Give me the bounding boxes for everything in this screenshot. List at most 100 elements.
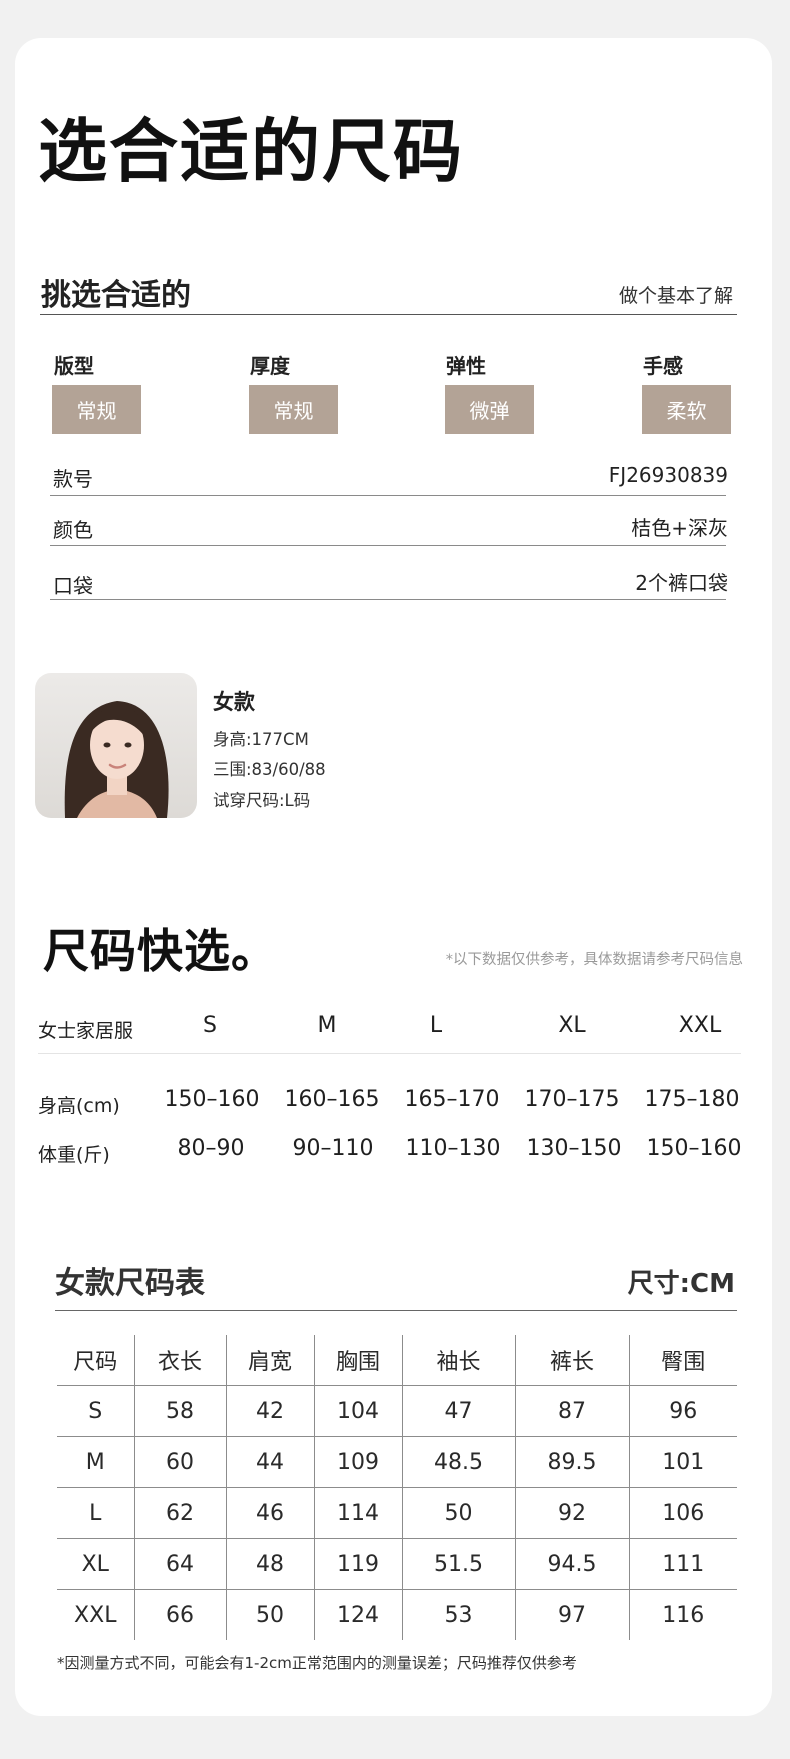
model-photo [35, 673, 197, 818]
table-cell: 51.5 [401, 1538, 515, 1590]
attr-badge-feel: 柔软 [642, 385, 731, 434]
table-cell: 60 [133, 1436, 226, 1488]
table-row: XXL 66 50 124 53 97 116 [57, 1589, 737, 1640]
quick-select-note: *以下数据仅供参考，具体数据请参考尺码信息 [445, 952, 743, 968]
table-cell: 94.5 [514, 1538, 629, 1590]
table-cell: 106 [628, 1487, 737, 1539]
section-divider [40, 314, 737, 315]
attr-label-fit: 版型 [54, 354, 94, 378]
table-cell: 64 [133, 1538, 226, 1590]
quick-select-value: 150–160 [646, 1136, 742, 1161]
table-cell: XL [57, 1538, 134, 1590]
table-row: L 62 46 114 50 92 106 [57, 1487, 737, 1539]
table-cell: 119 [313, 1538, 402, 1590]
section-title: 挑选合适的 [41, 278, 191, 313]
table-cell: L [57, 1487, 134, 1539]
table-cell: 47 [401, 1385, 515, 1437]
table-cell: M [57, 1436, 134, 1488]
size-table-title: 女款尺码表 [55, 1266, 205, 1301]
size-table-header: 肩宽 [225, 1335, 314, 1386]
model-trial-size: 试穿尺码:L码 [213, 791, 311, 810]
table-cell: 87 [514, 1385, 629, 1437]
quick-select-value: 90–110 [292, 1136, 374, 1161]
size-table-unit: 尺寸:CM [627, 1269, 735, 1299]
table-row: XL 64 48 119 51.5 94.5 111 [57, 1538, 737, 1590]
spec-value-pocket: 2个裤口袋 [635, 571, 728, 595]
spec-label-color: 颜色 [53, 518, 93, 542]
table-cell: 44 [225, 1436, 314, 1488]
table-cell: 58 [133, 1385, 226, 1437]
page-title: 选合适的尺码 [38, 112, 464, 192]
table-cell: 62 [133, 1487, 226, 1539]
size-table-header: 袖长 [401, 1335, 515, 1386]
table-cell: S [57, 1385, 134, 1437]
table-cell: 114 [313, 1487, 402, 1539]
table-cell: 50 [225, 1589, 314, 1640]
quick-select-value: 110–130 [405, 1136, 501, 1161]
model-name: 女款 [213, 690, 255, 714]
quick-select-size: S [203, 1013, 217, 1038]
table-cell: 124 [313, 1589, 402, 1640]
size-table-header-row: 尺码 衣长 肩宽 胸围 袖长 裤长 臀围 [57, 1335, 737, 1386]
table-cell: 97 [514, 1589, 629, 1640]
table-cell: 89.5 [514, 1436, 629, 1488]
size-table-header: 尺码 [57, 1335, 134, 1386]
table-cell: 48 [225, 1538, 314, 1590]
size-table-header: 裤长 [514, 1335, 629, 1386]
model-height: 身高:177CM [213, 730, 309, 749]
quick-select-value: 130–150 [526, 1136, 622, 1161]
table-cell: 46 [225, 1487, 314, 1539]
attr-badge-fit: 常规 [52, 385, 141, 434]
footnote: *因测量方式不同，可能会有1-2cm正常范围内的测量误差；尺码推荐仅供参考 [57, 1654, 577, 1672]
attr-badge-thickness: 常规 [249, 385, 338, 434]
attr-label-elasticity: 弹性 [446, 354, 486, 378]
quick-select-row-label-weight: 体重(斤) [38, 1144, 110, 1166]
size-table-header: 衣长 [133, 1335, 226, 1386]
spec-divider [50, 545, 726, 546]
attr-badge-elasticity: 微弹 [445, 385, 534, 434]
table-cell: 104 [313, 1385, 402, 1437]
table-cell: 53 [401, 1589, 515, 1640]
model-measurements: 三围:83/60/88 [213, 760, 326, 779]
quick-select-size: XL [558, 1013, 586, 1038]
table-cell: 66 [133, 1589, 226, 1640]
table-cell: 92 [514, 1487, 629, 1539]
attr-label-feel: 手感 [643, 354, 683, 378]
attr-label-thickness: 厚度 [250, 354, 290, 378]
quick-select-value: 170–175 [524, 1087, 620, 1112]
quick-select-header-label: 女士家居服 [38, 1020, 134, 1042]
spec-label-pocket: 口袋 [53, 574, 93, 598]
size-table: 尺码 衣长 肩宽 胸围 袖长 裤长 臀围 S 58 42 104 47 87 9… [57, 1335, 737, 1640]
size-table-header: 臀围 [628, 1335, 737, 1386]
spec-divider [50, 495, 726, 496]
spec-value-style-no: FJ26930839 [608, 463, 728, 487]
table-cell: 101 [628, 1436, 737, 1488]
spec-value-color: 桔色+深灰 [631, 516, 728, 540]
spec-divider [50, 599, 726, 600]
table-cell: 116 [628, 1589, 737, 1640]
spec-label-style-no: 款号 [53, 467, 93, 491]
quick-select-divider [38, 1053, 741, 1054]
quick-select-value: 165–170 [404, 1087, 500, 1112]
size-table-header: 胸围 [313, 1335, 402, 1386]
quick-select-value: 80–90 [177, 1136, 245, 1161]
size-table-divider [55, 1310, 737, 1311]
quick-select-size: L [429, 1013, 443, 1038]
quick-select-size: XXL [678, 1013, 722, 1038]
table-cell: 50 [401, 1487, 515, 1539]
section-link[interactable]: 做个基本了解 [619, 281, 733, 308]
quick-select-title: 尺码快选。 [43, 924, 278, 978]
table-cell: XXL [74, 1602, 117, 1628]
quick-select-size: M [317, 1013, 337, 1038]
quick-select-value: 175–180 [644, 1087, 740, 1112]
table-row: S 58 42 104 47 87 96 [57, 1385, 737, 1437]
quick-select-value: 150–160 [164, 1087, 260, 1112]
table-cell: 96 [628, 1385, 737, 1437]
quick-select-value: 160–165 [284, 1087, 380, 1112]
table-cell: 48.5 [401, 1436, 515, 1488]
table-cell: 42 [225, 1385, 314, 1437]
table-cell: 109 [313, 1436, 402, 1488]
model-portrait-image [64, 701, 169, 818]
table-row: M 60 44 109 48.5 89.5 101 [57, 1436, 737, 1488]
quick-select-row-label-height: 身高(cm) [38, 1095, 120, 1117]
